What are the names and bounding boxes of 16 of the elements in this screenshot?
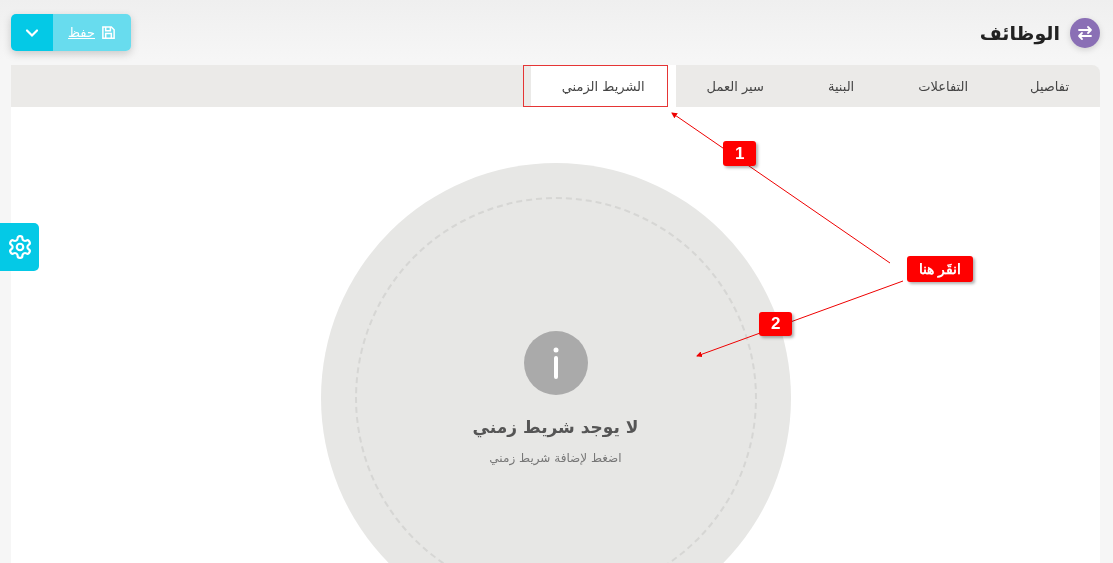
settings-button[interactable] (0, 223, 39, 271)
dropdown-caret-button[interactable] (11, 14, 53, 51)
page-title: الوظائف (979, 21, 1060, 44)
callout-label: 2 (759, 312, 793, 336)
empty-state-hint: اضغط لإضافة شريط زمني (489, 451, 622, 465)
settings-icon (6, 234, 33, 260)
swap-arrows-icon (1070, 17, 1100, 48)
floppy-disk-icon (101, 25, 116, 40)
tab[interactable]: الشريط الزمني (530, 65, 676, 107)
empty-state-title: لا يوجد شريط زمني (472, 417, 639, 437)
tab[interactable]: سير العمل (675, 65, 795, 107)
tab[interactable]: التفاعلات (887, 65, 1000, 107)
callout-label: انقَر هنا (907, 256, 973, 282)
callout-label: 1 (723, 141, 757, 166)
tab[interactable]: البنية (794, 65, 888, 107)
tab[interactable]: تفاصيل (999, 65, 1100, 107)
